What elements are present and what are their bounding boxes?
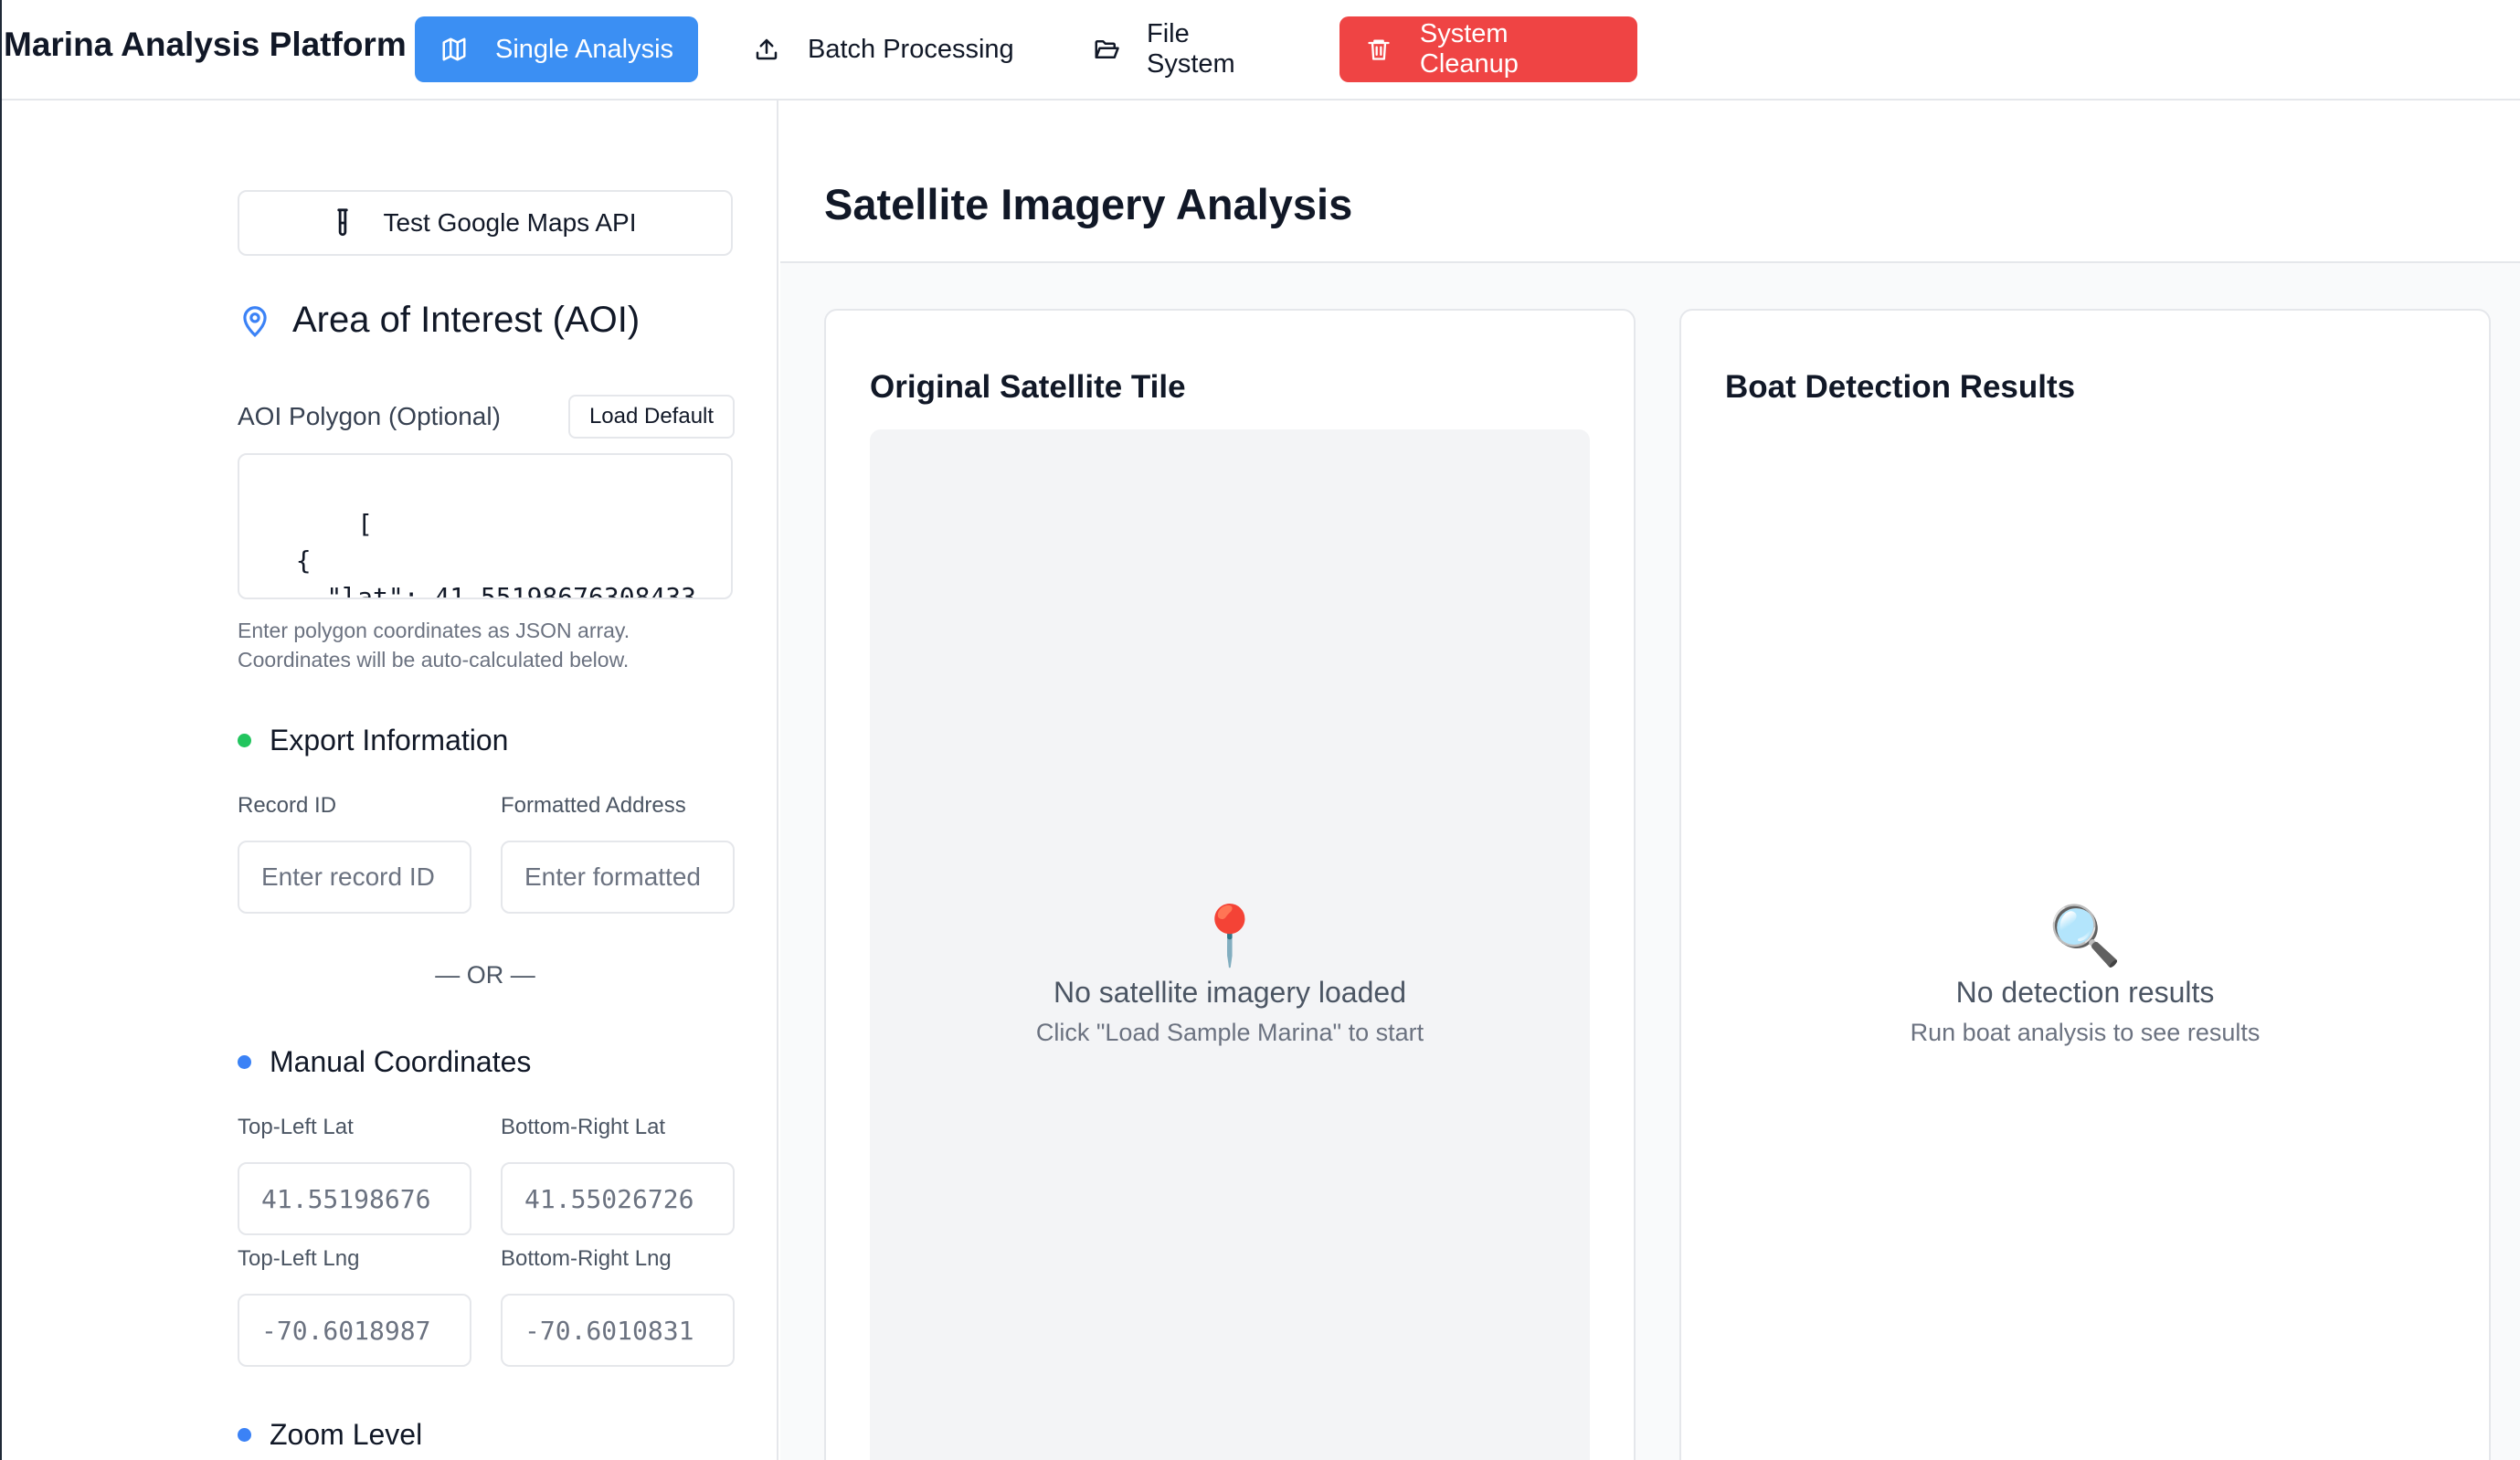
- magnifier-icon: 🔍: [2049, 903, 2122, 968]
- bottom-right-lng-label: Bottom-Right Lng: [501, 1246, 672, 1271]
- zoom-title: Zoom Level: [270, 1418, 423, 1451]
- empty-state: 🔍 No detection results Run boat analysis…: [1681, 903, 2489, 1047]
- aoi-help-line-2: Coordinates will be auto-calculated belo…: [238, 648, 630, 672]
- empty-title: No satellite imagery loaded: [1054, 976, 1406, 1009]
- aoi-heading: Area of Interest (AOI): [238, 300, 640, 341]
- main-header: Satellite Imagery Analysis: [780, 101, 2520, 263]
- nav-file-system[interactable]: File System: [1067, 16, 1305, 82]
- status-dot-blue: [238, 1428, 251, 1442]
- map-pin-icon: [238, 302, 272, 339]
- aoi-polygon-label: AOI Polygon (Optional): [238, 402, 501, 430]
- trash-icon: [1363, 34, 1394, 65]
- nav-label: System Cleanup: [1419, 19, 1519, 79]
- main-content: Satellite Imagery Analysis Original Sate…: [780, 101, 2520, 1460]
- test-button-label: Test Google Maps API: [383, 208, 637, 237]
- app-root: Marina Analysis Platform Single Analysis…: [0, 0, 2520, 1460]
- top-navigation: Marina Analysis Platform Single Analysis…: [2, 0, 2520, 101]
- bottom-right-lng-input[interactable]: -70.6010831: [501, 1294, 735, 1367]
- test-google-maps-api-button[interactable]: Test Google Maps API: [238, 190, 733, 256]
- empty-subtitle: Click "Load Sample Marina" to start: [1035, 1019, 1424, 1046]
- top-left-lat-input[interactable]: 41.55198676: [238, 1162, 471, 1235]
- load-default-button[interactable]: Load Default: [568, 395, 735, 439]
- aoi-polygon-value: [ { "lat": 41.55198676308433, "lng": -70…: [295, 509, 712, 599]
- top-left-lng-label: Top-Left Lng: [238, 1246, 360, 1271]
- card-title: Boat Detection Results: [1725, 369, 2076, 405]
- original-satellite-tile-card: Original Satellite Tile 📍 No satellite i…: [824, 309, 1636, 1460]
- manual-title: Manual Coordinates: [270, 1045, 532, 1078]
- app-title: Marina Analysis Platform: [4, 26, 407, 63]
- nav-system-cleanup[interactable]: System Cleanup: [1339, 16, 1637, 82]
- top-left-lat-label: Top-Left Lat: [238, 1115, 354, 1139]
- aoi-help-text: Enter polygon coordinates as JSON array.…: [238, 616, 630, 674]
- page-title: Satellite Imagery Analysis: [824, 180, 1353, 228]
- folder-open-icon: [1091, 34, 1121, 65]
- nav-label: File System: [1147, 19, 1235, 79]
- map-icon: [439, 34, 470, 65]
- manual-coordinates-heading: Manual Coordinates: [238, 1045, 531, 1079]
- formatted-address-label: Formatted Address: [501, 793, 686, 818]
- test-tube-icon: [334, 207, 352, 238]
- formatted-address-input[interactable]: Enter formatted: [501, 841, 735, 914]
- pushpin-icon: 📍: [1193, 903, 1266, 968]
- aoi-title: Area of Interest (AOI): [292, 300, 641, 340]
- sidebar: Test Google Maps API Area of Interest (A…: [2, 101, 778, 1460]
- nav-label: Batch Processing: [808, 34, 1014, 64]
- top-left-lng-input[interactable]: -70.6018987: [238, 1294, 471, 1367]
- aoi-polygon-textarea[interactable]: [ { "lat": 41.55198676308433, "lng": -70…: [238, 453, 733, 599]
- empty-state: 📍 No satellite imagery loaded Click "Loa…: [870, 903, 1590, 1047]
- or-divider: — OR —: [435, 961, 535, 989]
- export-information-heading: Export Information: [238, 724, 508, 757]
- aoi-help-line-1: Enter polygon coordinates as JSON array.: [238, 619, 630, 642]
- upload-icon: [751, 34, 782, 65]
- record-id-label: Record ID: [238, 793, 337, 818]
- zoom-level-heading: Zoom Level: [238, 1418, 422, 1452]
- export-title: Export Information: [270, 724, 509, 756]
- empty-subtitle: Run boat analysis to see results: [1910, 1019, 2261, 1046]
- empty-title: No detection results: [1955, 976, 2215, 1009]
- nav-single-analysis[interactable]: Single Analysis: [415, 16, 698, 82]
- status-dot-blue: [238, 1055, 251, 1069]
- nav-batch-processing[interactable]: Batch Processing: [727, 16, 1042, 82]
- status-dot-green: [238, 734, 251, 747]
- nav-label: Single Analysis: [495, 34, 674, 64]
- resize-grip-icon[interactable]: [713, 579, 727, 594]
- bottom-right-lat-label: Bottom-Right Lat: [501, 1115, 666, 1139]
- satellite-image-placeholder: 📍 No satellite imagery loaded Click "Loa…: [870, 429, 1590, 1460]
- card-title: Original Satellite Tile: [870, 369, 1186, 405]
- record-id-input[interactable]: Enter record ID: [238, 841, 471, 914]
- bottom-right-lat-input[interactable]: 41.55026726: [501, 1162, 735, 1235]
- boat-detection-results-card: Boat Detection Results 🔍 No detection re…: [1679, 309, 2491, 1460]
